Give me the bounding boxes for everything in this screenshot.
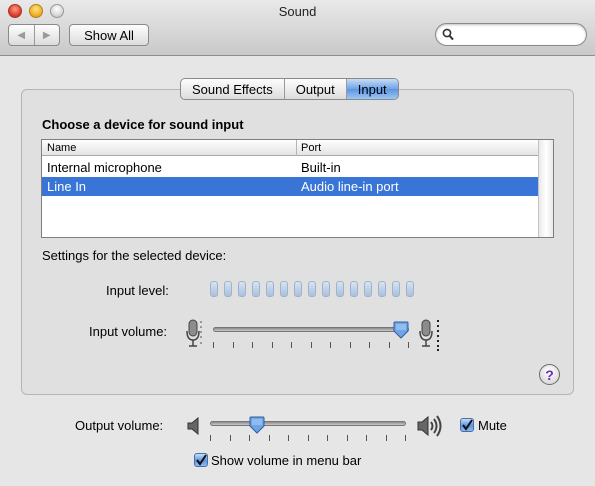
input-level-segment — [238, 281, 246, 297]
input-level-segment — [378, 281, 386, 297]
input-level-label: Input level: — [106, 283, 169, 298]
input-volume-knob[interactable] — [393, 321, 409, 339]
search-input[interactable] — [458, 26, 578, 43]
input-level-segment — [392, 281, 400, 297]
input-level-segment — [280, 281, 288, 297]
sound-preferences-window: Sound ◀ ▶ Show All Sound Effects Output … — [0, 0, 595, 486]
input-volume-label: Input volume: — [89, 324, 168, 339]
device-name: Internal microphone — [47, 160, 162, 175]
input-level-segment — [336, 281, 344, 297]
tab-sound-effects[interactable]: Sound Effects — [181, 79, 284, 99]
slider-tick — [210, 435, 211, 441]
search-icon — [442, 28, 454, 41]
checkmark-icon — [196, 454, 207, 466]
mute-checkbox[interactable] — [460, 418, 474, 432]
device-port: Built-in — [301, 160, 341, 175]
slider-tick — [350, 342, 351, 348]
settings-heading: Settings for the selected device: — [42, 248, 227, 263]
slider-tick — [252, 342, 253, 348]
speaker-quiet-icon — [187, 417, 199, 435]
table-row[interactable]: Line In Audio line-in port — [42, 177, 539, 196]
device-port: Audio line-in port — [301, 179, 399, 194]
slider-tick — [389, 342, 390, 348]
show-all-button[interactable]: Show All — [69, 24, 149, 46]
input-level-segment — [322, 281, 330, 297]
slider-tick — [233, 342, 234, 348]
input-level-segment — [210, 281, 218, 297]
input-level-segment — [252, 281, 260, 297]
input-level-segment — [266, 281, 274, 297]
slider-tick — [405, 435, 406, 441]
slider-tick — [386, 435, 387, 441]
back-forward-control: ◀ ▶ — [8, 24, 60, 46]
window-title: Sound — [278, 4, 317, 19]
tab-output[interactable]: Output — [283, 79, 346, 99]
input-level-segment — [406, 281, 414, 297]
column-divider — [296, 140, 297, 156]
input-level-segment — [224, 281, 232, 297]
input-level-segment — [294, 281, 302, 297]
input-volume-track[interactable] — [213, 327, 409, 332]
input-level-segment — [364, 281, 372, 297]
show-volume-in-menu-bar-label[interactable]: Show volume in menu bar — [211, 453, 361, 468]
device-name: Line In — [47, 179, 87, 194]
tab-content-box — [21, 89, 574, 395]
column-header-name[interactable]: Name — [47, 142, 76, 154]
input-volume-ticks — [213, 342, 409, 348]
output-volume-label: Output volume: — [75, 418, 164, 433]
table-header: Name Port — [42, 140, 539, 156]
toolbar: Sound ◀ ▶ Show All — [0, 0, 595, 56]
slider-tick — [366, 435, 367, 441]
slider-tick — [272, 342, 273, 348]
microphone-loud-icon — [419, 319, 439, 351]
table-row[interactable]: Internal microphone Built-in — [42, 158, 539, 177]
slider-tick — [288, 435, 289, 441]
checkmark-icon — [462, 419, 473, 431]
output-volume-knob[interactable] — [249, 416, 265, 434]
input-level-segment — [350, 281, 358, 297]
slider-tick — [308, 435, 309, 441]
speaker-loud-icon — [417, 415, 442, 437]
tab-input[interactable]: Input — [345, 79, 398, 99]
tab-bar: Sound Effects Output Input — [180, 78, 399, 100]
slider-tick — [311, 342, 312, 348]
input-level-segment — [308, 281, 316, 297]
slider-tick — [369, 342, 370, 348]
section-title: Choose a device for sound input — [42, 117, 244, 132]
slider-tick — [408, 342, 409, 348]
input-level-meter — [210, 281, 414, 297]
device-table: Name Port Internal microphone Built-in L… — [41, 139, 554, 238]
search-field[interactable] — [435, 23, 587, 46]
help-icon[interactable]: ? — [539, 364, 560, 385]
show-volume-in-menu-bar-checkbox[interactable] — [194, 453, 208, 467]
table-scrollbar[interactable] — [538, 140, 553, 237]
slider-tick — [347, 435, 348, 441]
slider-tick — [213, 342, 214, 348]
slider-tick — [327, 435, 328, 441]
slider-tick — [291, 342, 292, 348]
microphone-quiet-icon — [186, 319, 202, 347]
slider-tick — [249, 435, 250, 441]
output-volume-track[interactable] — [210, 421, 406, 426]
back-arrow-icon[interactable]: ◀ — [9, 25, 34, 45]
slider-tick — [330, 342, 331, 348]
slider-tick — [230, 435, 231, 441]
forward-arrow-icon[interactable]: ▶ — [33, 25, 60, 45]
output-volume-ticks — [210, 435, 406, 441]
column-header-port[interactable]: Port — [301, 142, 321, 154]
slider-tick — [269, 435, 270, 441]
mute-label[interactable]: Mute — [478, 418, 507, 433]
